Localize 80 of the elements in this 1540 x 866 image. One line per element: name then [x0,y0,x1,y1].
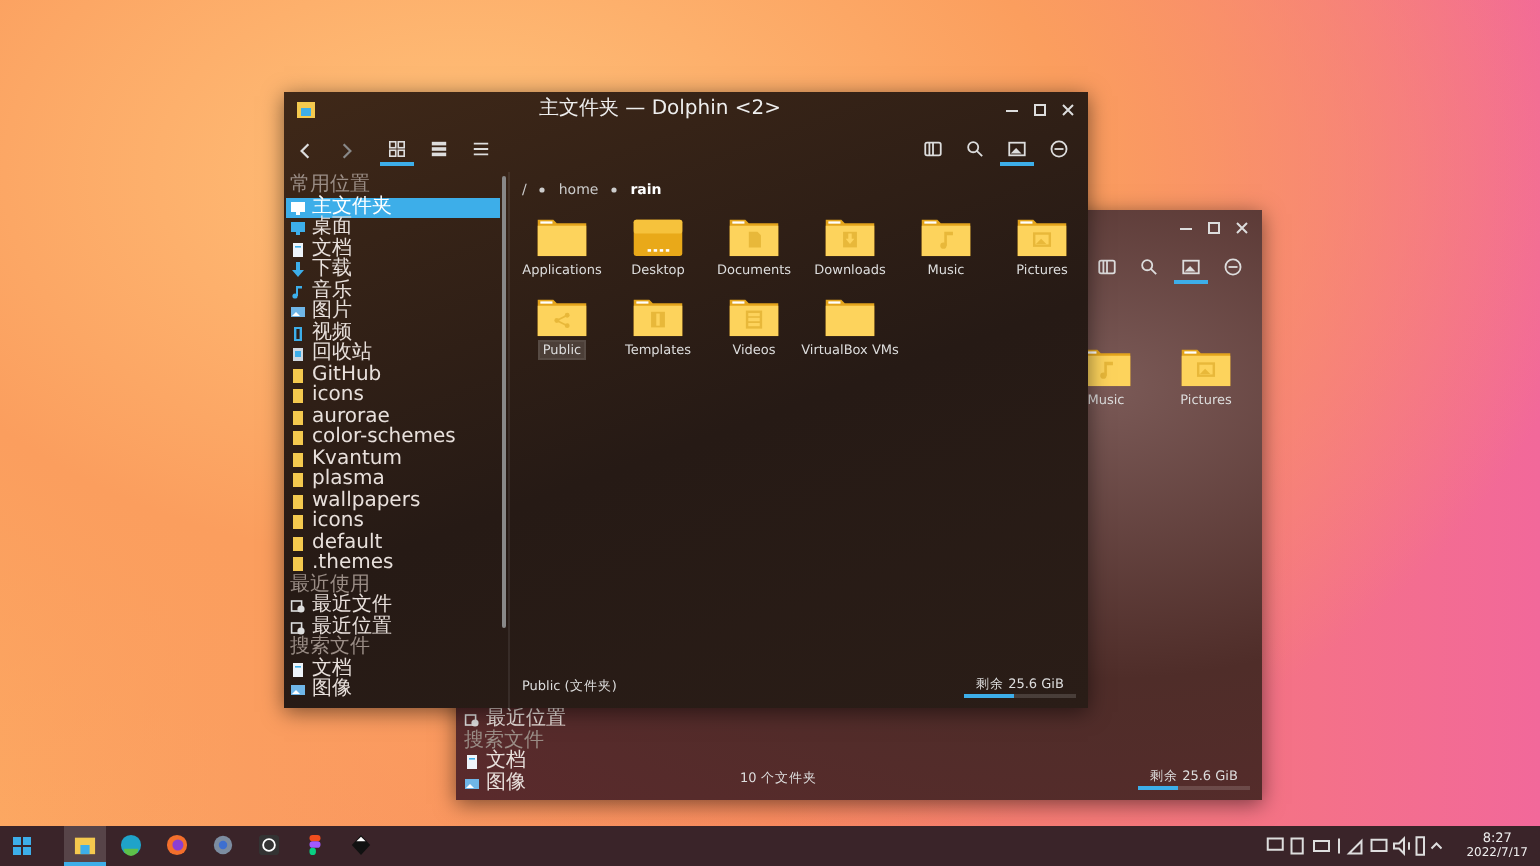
sidebar-item[interactable]: 最近位置 [460,710,680,731]
image-icon[interactable] [1182,258,1200,276]
folder-icon[interactable] [728,296,780,338]
download-icon [290,262,306,279]
search-icon[interactable] [1140,258,1158,276]
film-icon [290,325,306,342]
folder-icon[interactable] [632,296,684,338]
sidebar-item[interactable]: 图片 [286,302,500,323]
sidebar-item[interactable]: wallpapers [286,491,500,512]
trash-icon [290,346,306,363]
music-note-icon [290,283,306,300]
sidebar-item[interactable]: .themes [286,554,500,575]
sidebar-item[interactable]: 图像 [286,680,500,701]
sidebar-item[interactable]: default [286,533,500,554]
maximize-icon[interactable] [1032,102,1048,118]
maximize-icon[interactable] [1206,220,1222,236]
sidebar-item[interactable]: GitHub [286,365,500,386]
system-tray-icons-drawing[interactable] [1266,836,1443,856]
shapes-icon[interactable] [304,833,326,855]
sidebar-item[interactable]: icons [286,512,500,533]
pen-icon[interactable] [350,833,372,855]
separator-icon [538,186,547,194]
sidebar-item[interactable]: icons [286,386,500,407]
menu-icon[interactable] [1050,140,1068,158]
grid-icon[interactable] [388,140,406,158]
list-icon[interactable] [430,140,448,158]
sidebar-item[interactable]: 图像 [460,773,680,794]
folder-icon [296,100,316,120]
sidebar-item[interactable]: 下载 [286,260,500,281]
desktop-folder-icon[interactable] [632,216,684,258]
window-title: 主文件夹 — Dolphin <2> [536,98,784,122]
sidebar-item[interactable]: 视频 [286,323,500,344]
sidebar-heading: 最近使用 [288,575,370,595]
menu-icon[interactable] [1224,258,1242,276]
close-icon[interactable] [1234,220,1250,236]
image-icon [290,682,306,699]
folder-icon[interactable] [728,216,780,258]
image-icon [290,304,306,321]
image-icon[interactable] [1008,140,1026,158]
start-icon[interactable] [12,836,32,856]
folder-icon[interactable] [536,216,588,258]
sidebar-heading: 常用位置 [288,176,370,196]
columns-icon[interactable] [1098,258,1116,276]
folder-icon[interactable] [824,216,876,258]
globe-icon[interactable] [166,833,188,855]
sidebar-item[interactable]: 回收站 [286,344,500,365]
sidebar-item[interactable]: plasma [286,470,500,491]
sidebar-item[interactable]: 最近文件 [286,596,500,617]
sidebar-item[interactable]: 桌面 [286,218,500,239]
scrollbar[interactable] [502,176,506,628]
search-icon[interactable] [966,140,984,158]
list-icon[interactable] [472,140,490,158]
close-icon[interactable] [1060,102,1076,118]
monitor-icon [290,220,306,237]
sidebar-item[interactable]: color-schemes [286,428,500,449]
folder-icon[interactable] [824,296,876,338]
columns-icon[interactable] [924,140,942,158]
folder-icon[interactable] [1016,216,1068,258]
sidebar-item[interactable]: 文档 [286,239,500,260]
sidebar-item[interactable]: 文档 [286,659,500,680]
document-icon [464,754,480,771]
document-icon [290,661,306,678]
sidebar-item[interactable]: 最近位置 [286,617,500,638]
folder-app-icon[interactable] [64,826,106,866]
sidebar-item[interactable]: 音乐 [286,281,500,302]
sidebar-item[interactable]: 文档 [460,752,680,773]
folder-icon[interactable] [1180,346,1232,388]
folder-icon[interactable] [536,296,588,338]
gear-icon[interactable] [212,833,234,855]
folder-icon[interactable] [74,833,96,855]
sidebar-item[interactable]: aurorae [286,407,500,428]
sidebar-heading: 搜索文件 [288,638,370,658]
folder-icon[interactable] [920,216,972,258]
globe-icon[interactable] [120,833,142,855]
image-icon [464,775,480,792]
sidebar-heading: 搜索文件 [462,731,544,751]
monitor-icon [290,199,306,216]
document-icon [290,241,306,258]
sidebar-item[interactable]: Kvantum [286,449,500,470]
separator-icon [610,186,619,194]
